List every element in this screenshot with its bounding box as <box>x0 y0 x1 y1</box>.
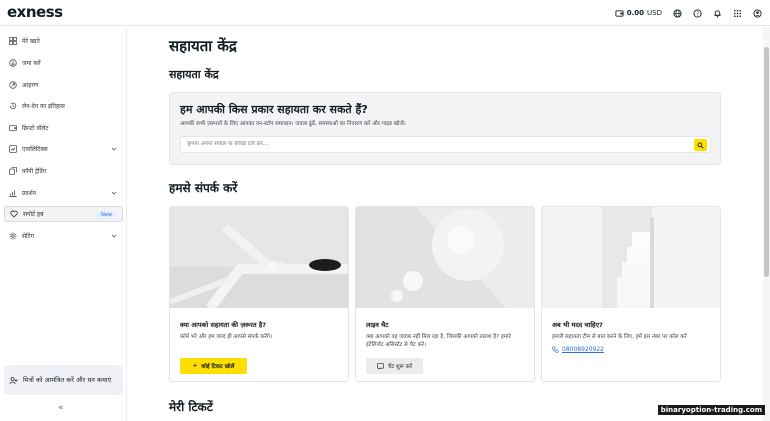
help-search-panel: हम आपकी किस प्रकार सहायता कर सकते हैं? आ… <box>169 92 721 165</box>
page-title: सहायता केंद्र <box>169 37 237 55</box>
sidebar-item-label: कॉपी ट्रेडिंग <box>22 168 47 175</box>
sidebar-item-label: क्रिप्टो वॉलेट <box>22 125 49 132</box>
help-description: आपकी सभी ज़रूरतों के लिए आपका वन-स्टॉप स… <box>180 121 406 127</box>
balance-currency: USD <box>647 9 662 17</box>
watermark: binaryoption-trading.com <box>657 405 765 415</box>
search-input[interactable] <box>187 141 687 147</box>
chevron-down-icon <box>111 234 117 238</box>
card-title: लाइव चैट <box>366 321 389 329</box>
collapse-sidebar-button[interactable]: « <box>58 403 64 413</box>
card-illustration <box>170 207 348 308</box>
sidebar-item-withdraw[interactable]: आहरण <box>4 77 123 93</box>
sidebar-item-performance[interactable]: प्रदर्शन <box>4 185 123 201</box>
heart-icon <box>10 210 18 218</box>
invite-friends-banner[interactable]: मित्रों को आमंत्रित करें और धन कमाएं <box>4 365 123 395</box>
bell-icon[interactable] <box>713 9 722 18</box>
apps-grid-icon[interactable] <box>733 9 742 18</box>
my-tickets-title: मेरी टिकटें <box>169 400 213 414</box>
search-icon <box>697 142 704 149</box>
start-chat-button[interactable]: चैट शुरू करें <box>366 358 423 374</box>
withdraw-icon <box>9 81 17 89</box>
performance-icon <box>9 189 17 197</box>
page-scrollbar[interactable] <box>763 27 770 421</box>
main-content: सहायता केंद्र सहायता केंद्र हम आपकी किस … <box>127 27 763 421</box>
contact-section-title: हमसे संपर्क करें <box>169 181 238 195</box>
sidebar-item-history[interactable]: लेन-देन का इतिहास <box>4 98 123 114</box>
svg-text:?: ? <box>696 11 699 17</box>
phone-icon <box>552 346 559 353</box>
card-text: फ़ॉर्म भरें और हम जल्द ही आपसे संपर्क कर… <box>180 334 273 340</box>
gear-icon <box>9 232 17 240</box>
invite-text: मित्रों को आमंत्रित करें और धन कमाएं <box>23 375 112 384</box>
invite-users-icon <box>9 376 18 384</box>
card-title: क्या आपको सहायता की ज़रूरत है? <box>180 321 267 329</box>
grid-icon <box>9 37 17 45</box>
card-illustration <box>542 207 720 308</box>
sidebar-item-label: प्रदर्शन <box>22 190 37 197</box>
deposit-icon <box>9 59 17 67</box>
sidebar-item-label: मेरे खाते <box>22 38 40 45</box>
top-right-controls: 0.00 USD ? <box>615 0 762 26</box>
sidebar-item-copy-trading[interactable]: कॉपी ट्रेडिंग <box>4 163 123 179</box>
new-badge: New <box>97 211 116 219</box>
search-box <box>180 136 711 153</box>
globe-icon[interactable] <box>673 8 682 18</box>
phone-link[interactable]: 08008920922 <box>552 346 604 353</box>
user-icon[interactable] <box>753 8 762 18</box>
card-illustration <box>356 207 534 308</box>
copy-trading-icon <box>9 167 17 175</box>
open-ticket-button[interactable]: + कोई टिकट खोलें <box>180 358 247 374</box>
sidebar-item-crypto-wallet[interactable]: क्रिप्टो वॉलेट <box>4 120 123 136</box>
sidebar-item-label: एनालिटिक्स <box>22 146 48 153</box>
top-bar: exness 0.00 USD ? <box>0 0 770 26</box>
sidebar-item-analytics[interactable]: एनालिटिक्स <box>4 141 123 157</box>
help-title: हम आपकी किस प्रकार सहायता कर सकते हैं? <box>180 103 368 116</box>
sidebar-item-support-hub[interactable]: सपोर्ट हब New <box>4 206 123 222</box>
sidebar-item-label: सपोर्ट हब <box>23 211 44 218</box>
analytics-icon <box>9 145 17 153</box>
open-ticket-label: कोई टिकट खोलें <box>201 364 235 370</box>
balance-value: 0.00 <box>626 9 645 17</box>
sidebar-item-my-accounts[interactable]: मेरे खाते <box>4 33 123 49</box>
sidebar: मेरे खाते जमा करें आहरण लेन-देन का इतिहा… <box>0 27 127 421</box>
card-text: क्या आपको वह जवाब नहीं मिल रहा है, जिसकी… <box>366 334 511 348</box>
live-chat-card: लाइव चैट क्या आपको वह जवाब नहीं मिल रहा … <box>355 206 535 382</box>
help-icon[interactable]: ? <box>693 8 702 18</box>
call-support-card: अब भी मदद चाहिए? हमारी सहायता टीम से बात… <box>541 206 721 382</box>
sidebar-item-label: आहरण <box>22 82 39 89</box>
phone-number: 08008920922 <box>562 346 604 353</box>
chevron-down-icon <box>111 191 117 195</box>
plus-icon: + <box>192 363 198 369</box>
wallet-icon <box>9 124 17 132</box>
search-button[interactable] <box>694 139 707 151</box>
scrollbar-thumb[interactable] <box>764 47 769 277</box>
exness-logo[interactable]: exness <box>7 3 63 21</box>
sidebar-item-deposit[interactable]: जमा करें <box>4 55 123 71</box>
section-title: सहायता केंद्र <box>169 68 219 81</box>
card-text: हमारी सहायता टीम से बात करने के लिए, हमे… <box>552 334 687 340</box>
wallet-icon <box>615 9 624 18</box>
chevron-down-icon <box>111 147 117 151</box>
history-icon <box>9 102 17 110</box>
support-ticket-card: क्या आपको सहायता की ज़रूरत है? फ़ॉर्म भर… <box>169 206 349 382</box>
chat-icon <box>376 362 384 370</box>
start-chat-label: चैट शुरू करें <box>387 364 413 370</box>
balance-display[interactable]: 0.00 USD <box>615 9 662 18</box>
sidebar-item-label: लेन-देन का इतिहास <box>22 103 65 110</box>
card-title: अब भी मदद चाहिए? <box>552 321 603 329</box>
sidebar-item-label: जमा करें <box>22 60 41 67</box>
sidebar-item-label: सेटिंग <box>22 233 35 240</box>
sidebar-item-settings[interactable]: सेटिंग <box>4 228 123 244</box>
